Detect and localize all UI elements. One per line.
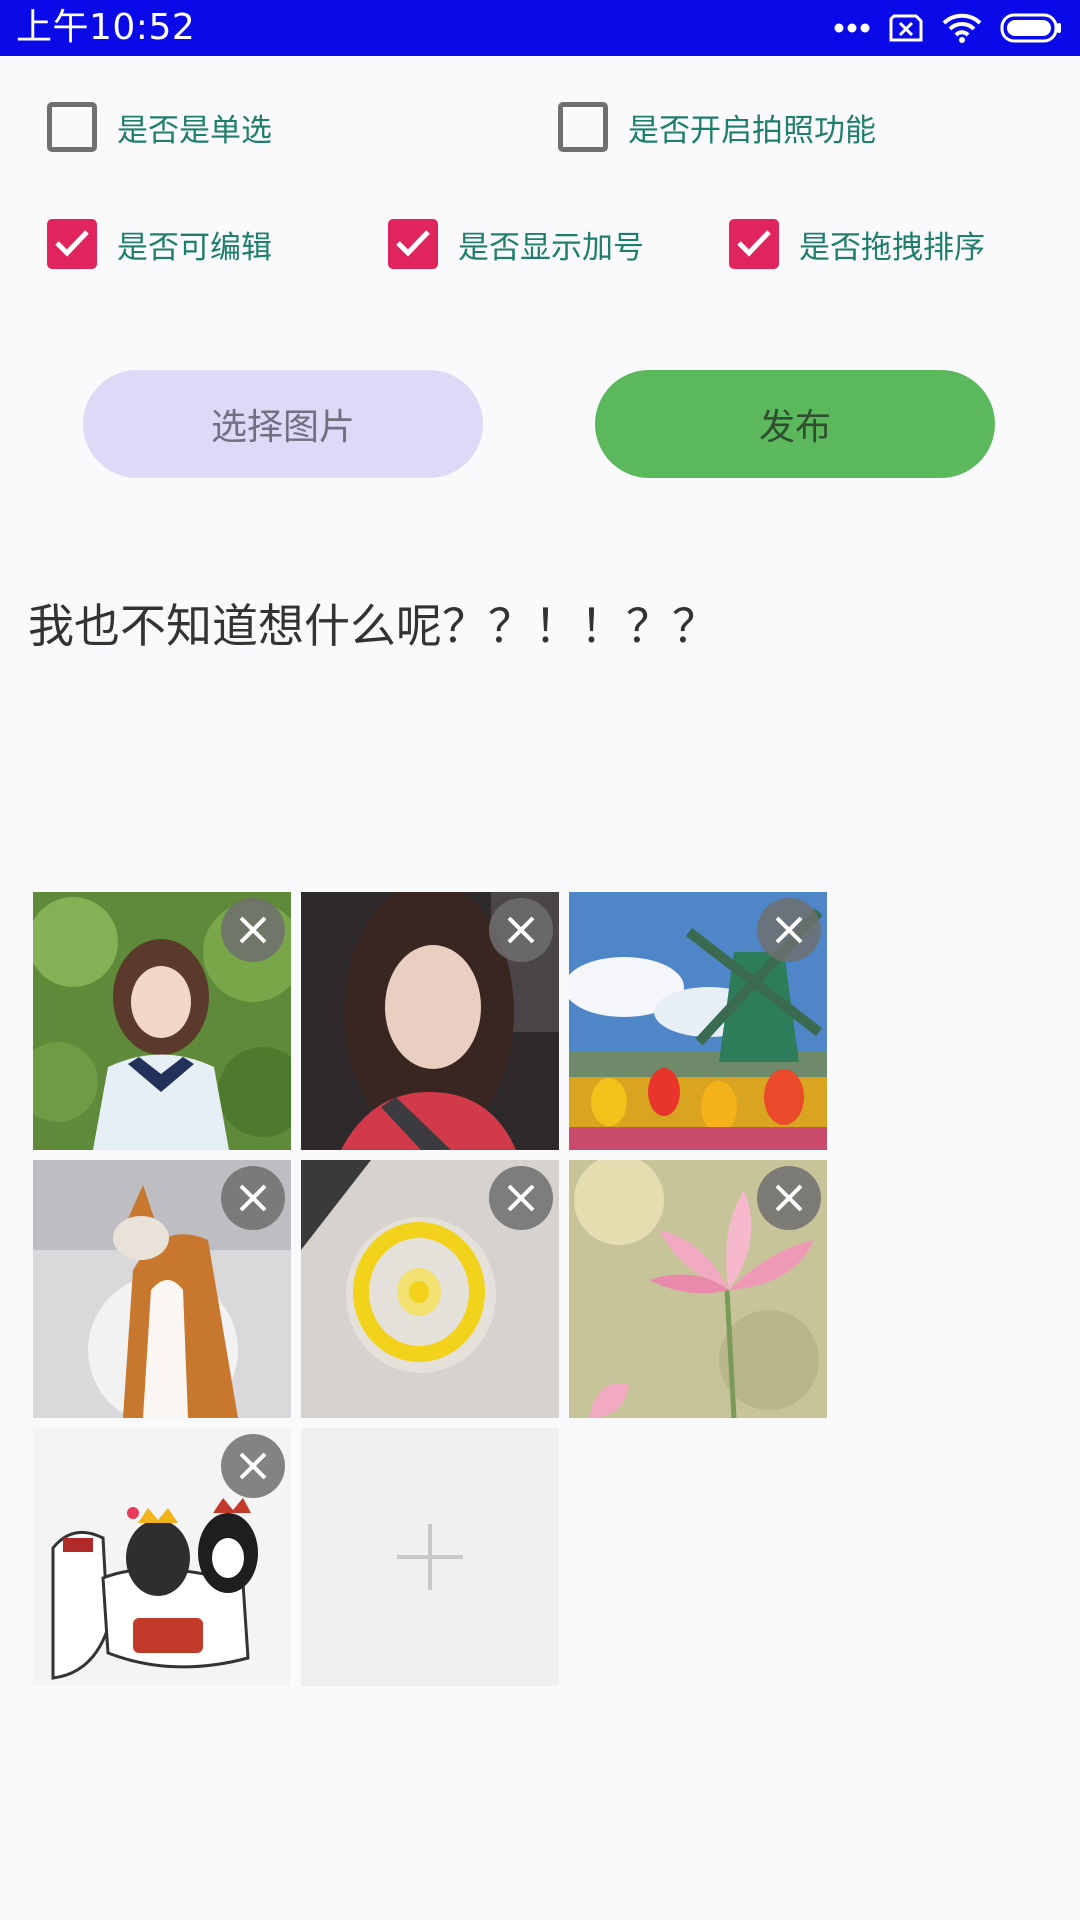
close-icon — [775, 1184, 803, 1212]
close-icon — [239, 1184, 267, 1212]
status-icons — [834, 10, 1062, 46]
select-images-button[interactable]: 选择图片 — [83, 370, 483, 478]
close-icon — [507, 1184, 535, 1212]
image-cell[interactable] — [33, 892, 291, 1150]
image-cell[interactable] — [569, 892, 827, 1150]
image-cell[interactable] — [33, 1428, 291, 1686]
drag-sort-label: 是否拖拽排序 — [799, 229, 985, 266]
status-time: 上午10:52 — [16, 7, 196, 48]
close-icon — [775, 916, 803, 944]
drag-sort-checkbox[interactable]: 是否拖拽排序 — [729, 214, 985, 274]
editable-label: 是否可编辑 — [117, 229, 272, 266]
image-cell[interactable] — [569, 1160, 827, 1418]
show-plus-label: 是否显示加号 — [458, 229, 644, 266]
show-plus-checkbox[interactable]: 是否显示加号 — [388, 214, 644, 274]
image-cell[interactable] — [33, 1160, 291, 1418]
wifi-icon — [942, 12, 982, 44]
image-cell[interactable] — [301, 892, 559, 1150]
single-select-label: 是否是单选 — [117, 112, 272, 149]
delete-image-button[interactable] — [221, 898, 285, 962]
more-dots-icon — [834, 22, 870, 34]
status-bar: 上午10:52 — [0, 0, 1080, 56]
delete-image-button[interactable] — [221, 1166, 285, 1230]
checkbox-checked-icon — [729, 219, 779, 269]
camera-label: 是否开启拍照功能 — [628, 112, 876, 149]
post-content-text[interactable]: 我也不知道想什么呢？？！！？？ — [28, 590, 718, 656]
image-cell[interactable] — [301, 1160, 559, 1418]
battery-icon — [1000, 13, 1062, 43]
delete-image-button[interactable] — [757, 898, 821, 962]
add-image-button[interactable] — [301, 1428, 559, 1686]
checkbox-unchecked-icon — [47, 102, 97, 152]
sim-x-icon — [888, 13, 924, 43]
close-icon — [239, 916, 267, 944]
delete-image-button[interactable] — [489, 1166, 553, 1230]
editable-checkbox[interactable]: 是否可编辑 — [47, 214, 272, 274]
close-icon — [507, 916, 535, 944]
single-select-checkbox[interactable]: 是否是单选 — [47, 97, 272, 157]
checkbox-checked-icon — [388, 219, 438, 269]
publish-button[interactable]: 发布 — [595, 370, 995, 478]
delete-image-button[interactable] — [221, 1434, 285, 1498]
checkbox-unchecked-icon — [558, 102, 608, 152]
checkbox-checked-icon — [47, 219, 97, 269]
plus-icon — [397, 1524, 463, 1590]
camera-checkbox[interactable]: 是否开启拍照功能 — [558, 97, 876, 157]
delete-image-button[interactable] — [489, 898, 553, 962]
close-icon — [239, 1452, 267, 1480]
delete-image-button[interactable] — [757, 1166, 821, 1230]
